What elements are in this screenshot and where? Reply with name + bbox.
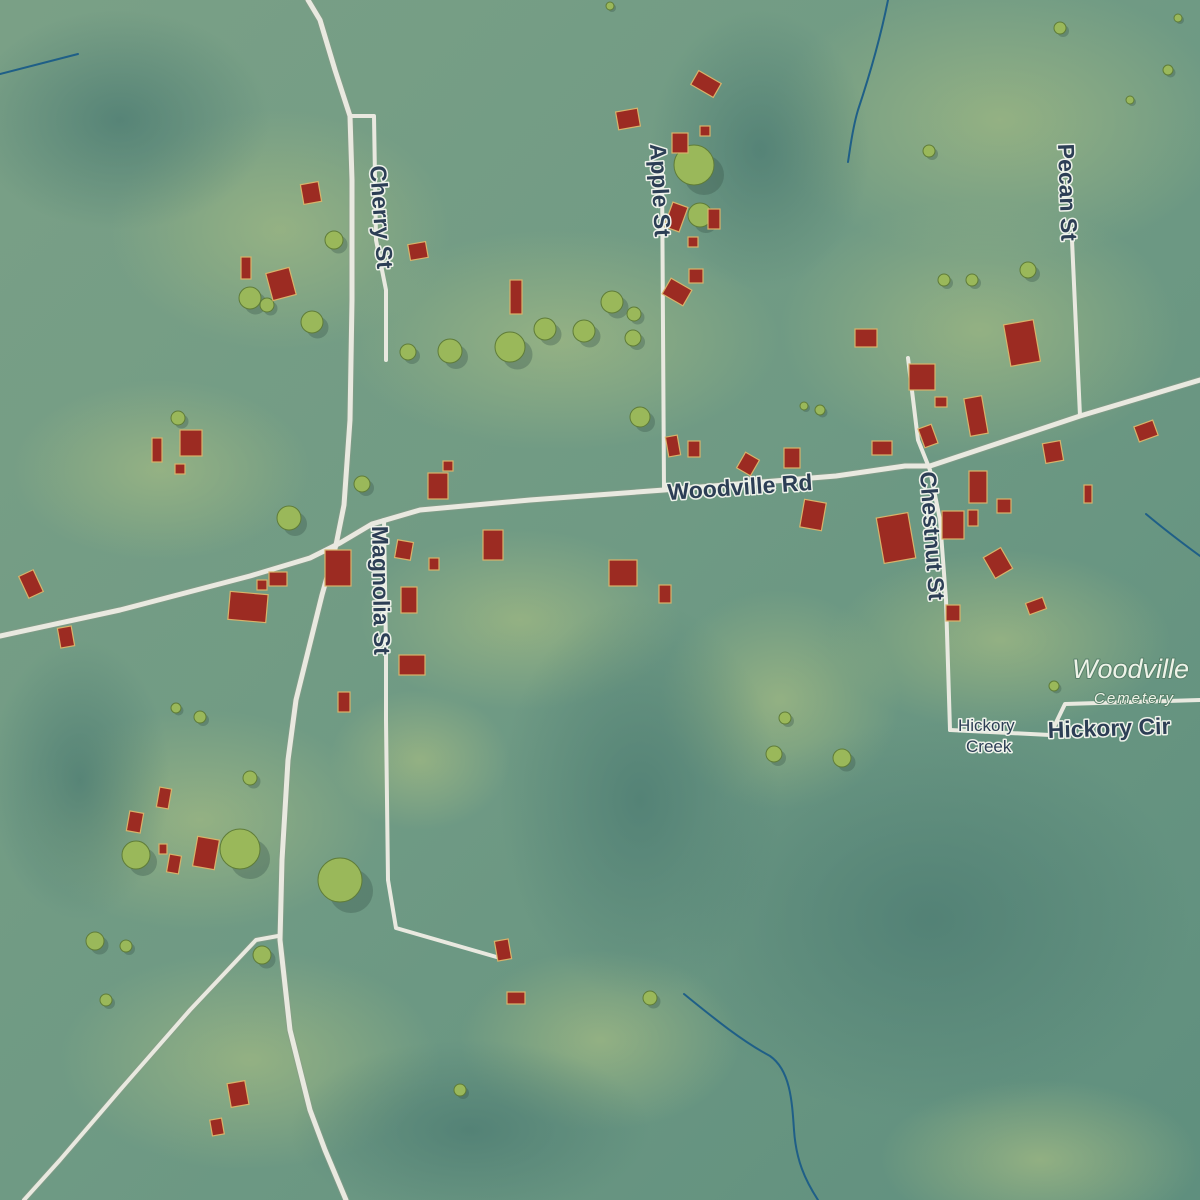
woodville-cemetery-name[interactable]: Woodville <box>1071 653 1190 685</box>
woodville-rd-label[interactable]: Woodville Rd <box>665 467 815 506</box>
hickory-creek-label-line1: Hickory <box>958 716 1015 735</box>
magnolia-st-label[interactable]: Magnolia St <box>366 524 397 657</box>
hickory-creek-label-line2: Creek <box>966 737 1012 756</box>
woodville-cemetery-type: Cemetery <box>1094 690 1175 707</box>
map-canvas[interactable]: Woodville Rd Cherry St Apple St Pecan St… <box>0 0 1200 1200</box>
hickory-cir-label[interactable]: Hickory Cir <box>1046 711 1173 744</box>
chestnut-st-label[interactable]: Chestnut St <box>914 469 952 603</box>
labels-layer: Woodville Rd Cherry St Apple St Pecan St… <box>364 141 1191 757</box>
cherry-st-label[interactable]: Cherry St <box>364 163 400 271</box>
pecan-st-label[interactable]: Pecan St <box>1052 142 1084 243</box>
apple-st-label[interactable]: Apple St <box>644 141 678 239</box>
